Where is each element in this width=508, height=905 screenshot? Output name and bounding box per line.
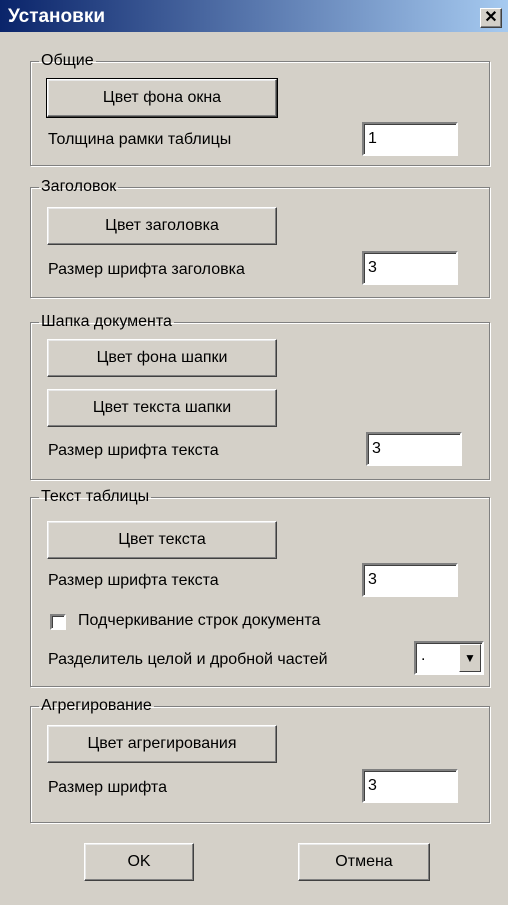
aggregation-font-size-input[interactable]: 3 (362, 769, 458, 803)
group-aggregation-title: Агрегирование (41, 697, 152, 714)
window-title: Установки (8, 6, 106, 27)
table-font-size-label: Размер шрифта текста (48, 572, 219, 589)
decimal-separator-value: . (421, 647, 426, 664)
group-table-text-title: Текст таблицы (41, 488, 150, 505)
border-thickness-input[interactable]: 1 (362, 122, 458, 156)
window-bg-color-button[interactable]: Цвет фона окна (46, 78, 278, 118)
underline-rows-checkbox[interactable] (50, 614, 66, 630)
table-font-size-input[interactable]: 3 (362, 563, 458, 597)
head-font-size-label: Размер шрифта текста (48, 442, 219, 459)
header-font-size-input[interactable]: 3 (362, 251, 458, 285)
ok-button[interactable]: OK (84, 843, 194, 881)
head-bg-color-button[interactable]: Цвет фона шапки (47, 339, 277, 377)
head-text-color-button[interactable]: Цвет текста шапки (47, 389, 277, 427)
title-bar: Установки ✕ (0, 0, 508, 32)
aggregation-color-button[interactable]: Цвет агрегирования (47, 725, 277, 763)
decimal-separator-select[interactable]: . ▼ (414, 641, 484, 675)
cancel-button[interactable]: Отмена (298, 843, 430, 881)
table-text-color-button[interactable]: Цвет текста (47, 521, 277, 559)
close-icon: ✕ (484, 9, 498, 26)
aggregation-font-size-label: Размер шрифта (48, 779, 167, 796)
header-color-button[interactable]: Цвет заголовка (47, 207, 277, 245)
group-general-title: Общие (41, 52, 94, 69)
header-font-size-label: Размер шрифта заголовка (48, 261, 245, 278)
dropdown-arrow-button[interactable]: ▼ (459, 644, 481, 672)
group-doc-head-title: Шапка документа (41, 313, 172, 330)
border-thickness-label: Толщина рамки таблицы (48, 131, 232, 148)
decimal-separator-label: Разделитель целой и дробной частей (48, 651, 328, 668)
underline-rows-label: Подчеркивание строк документа (78, 612, 321, 629)
close-button[interactable]: ✕ (480, 8, 502, 28)
head-font-size-input[interactable]: 3 (366, 432, 462, 466)
group-header-title: Заголовок (41, 178, 117, 195)
chevron-down-icon: ▼ (464, 651, 476, 665)
